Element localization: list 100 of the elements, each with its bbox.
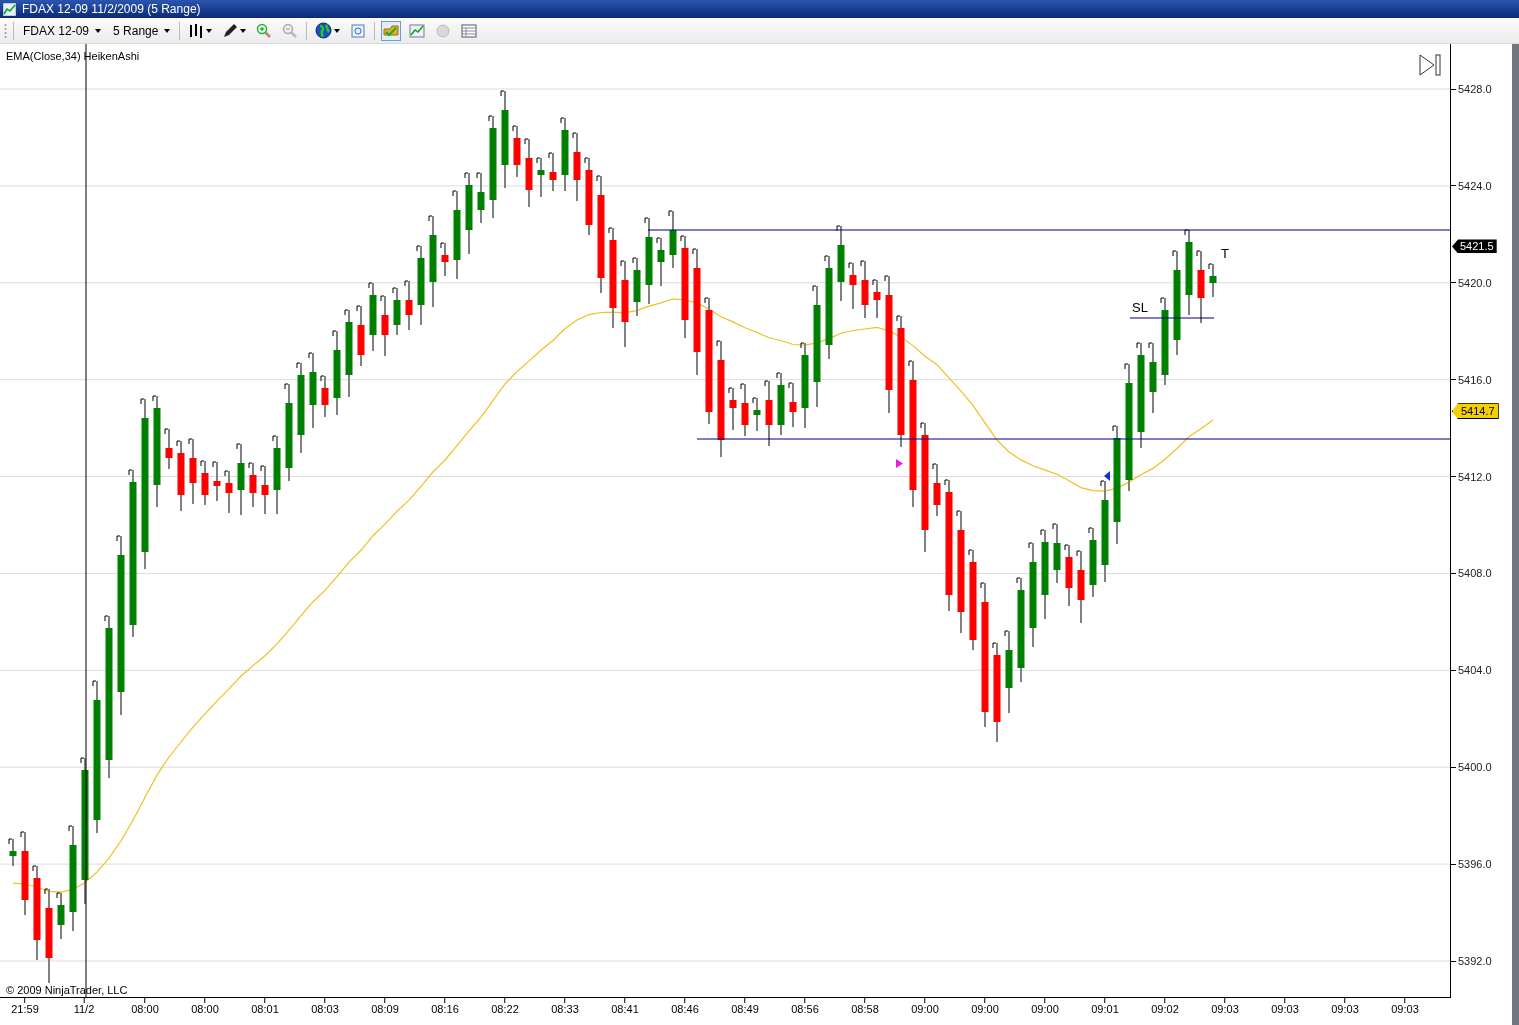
caret-icon [95,28,102,33]
candle [872,279,881,319]
time-tick-label: 08:41 [611,998,639,1015]
time-tick-label: 08:01 [251,998,279,1015]
candle [8,838,17,867]
scroll-to-end-icon[interactable] [1419,54,1442,76]
candle [404,280,413,331]
indicator-label: HeikenAshi [83,50,140,62]
time-tick-label: 08:58 [851,998,879,1015]
candle [752,397,761,432]
time-tick-label: 21:59 [11,998,39,1015]
price-tick-label: 5420.0 [1451,276,1492,289]
time-tick-label: 09:03 [1331,998,1359,1015]
price-tick-label: 5408.0 [1451,567,1492,580]
time-tick-label: 09:01 [1091,998,1119,1015]
price-tick-label: 5416.0 [1451,373,1492,386]
caret-icon [240,28,247,33]
time-tick-label: 09:03 [1211,998,1239,1015]
candle [740,383,749,437]
time-tick-label: 09:00 [1031,998,1059,1015]
candle [248,462,257,508]
candle [392,287,401,336]
price-tick-label: 5396.0 [1451,858,1492,871]
candle [764,380,773,447]
time-tick-label: 09:00 [971,998,999,1015]
time-tick-label: 09:00 [911,998,939,1015]
candle [200,460,209,506]
stop-loss-label: SL [1132,300,1148,315]
folders-icon [383,22,400,39]
target-label: T [1221,246,1229,261]
globe-icon [315,22,333,39]
candle [56,892,65,940]
price-tick-label: 5412.0 [1451,470,1492,483]
caret-icon [334,28,341,33]
time-tick-label: 08:56 [791,998,819,1015]
candle [224,470,233,514]
candle [512,125,521,178]
candle [776,372,785,436]
candle [476,172,485,224]
candle [320,375,329,418]
folders-button[interactable] [381,20,402,41]
time-tick-label: 09:03 [1391,998,1419,1015]
candle [656,237,665,287]
candle [572,132,581,202]
candle [440,242,449,277]
candle [860,260,869,319]
price-tick-label: 5428.0 [1451,83,1492,95]
candle [728,387,737,431]
candle [548,152,557,192]
last-price-marker: 5421.5 [1452,239,1497,254]
candle [212,461,221,502]
candle [368,282,377,352]
copyright-text: © 2009 NinjaTrader, LLC [6,984,128,996]
time-tick-label: 08:49 [731,998,759,1015]
price-tick-label: 5424.0 [1451,179,1492,192]
candle [788,382,797,428]
time-tick-label: 08:22 [491,998,519,1015]
candle [632,257,641,317]
candle [176,440,185,512]
globe-button[interactable] [313,20,343,41]
candle [1088,527,1097,598]
properties-icon [350,22,367,39]
price-tick-label: 5392.0 [1451,955,1492,967]
zoom-out-icon [282,22,299,39]
time-tick-label: 08:33 [551,998,579,1015]
candle [164,428,173,470]
pencil-icon [222,22,239,39]
circle-icon [435,22,452,39]
time-tick-label: 08:46 [671,998,699,1015]
time-tick-label: 08:03 [311,998,339,1015]
average-price-marker: 5414.7 [1452,403,1499,420]
candle [1148,342,1157,414]
time-tick-label: 08:09 [371,998,399,1015]
candle [524,138,533,208]
candle [848,262,857,310]
price-tick-label: 5400.0 [1451,761,1492,774]
indicator-label: EMA(Close,34) [6,50,81,62]
instrument-dropdown[interactable]: FDAX 12-09 [20,21,105,40]
chart-icon [409,22,426,39]
time-tick-label: 09:03 [1271,998,1299,1015]
candle [536,157,545,198]
candle [188,438,197,505]
time-tick-label: 08:16 [431,998,459,1015]
bar-type-icon [188,22,205,39]
grip-icon [4,22,7,39]
price-tick-label: 5404.0 [1451,664,1492,677]
time-tick-label: 08:00 [191,998,219,1015]
candle [668,210,677,269]
time-tick-label: 09:02 [1151,998,1179,1015]
period-dropdown[interactable]: 5 Range [110,21,174,40]
chart-icon [3,2,16,16]
time-tick-label: 11/2 [73,998,95,1015]
candle [1052,523,1061,584]
table-icon [461,22,478,39]
candle [1064,544,1073,607]
caret-icon [164,28,171,33]
caret-icon [206,28,213,33]
candle [356,305,365,367]
candle [260,465,269,515]
window-title: FDAX 12-09 11/2/2009 (5 Range) [22,2,201,16]
